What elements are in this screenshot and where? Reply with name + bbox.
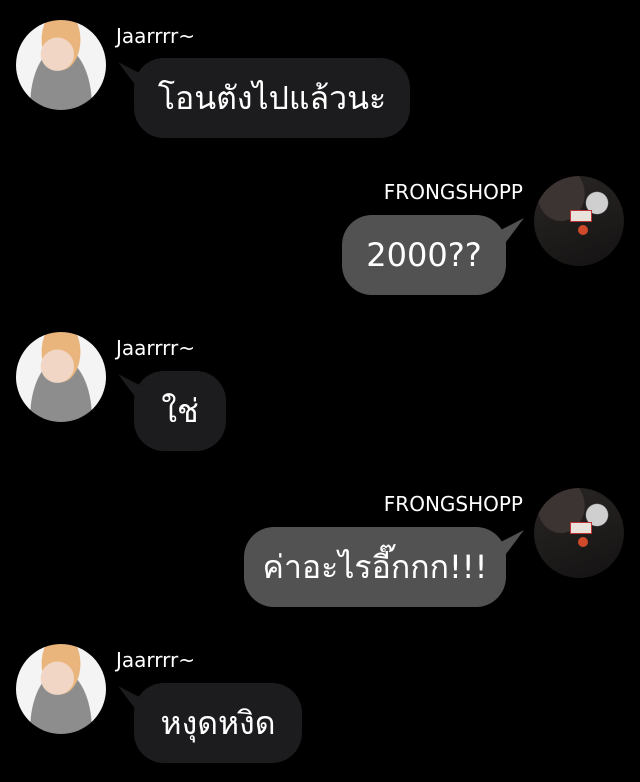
avatar[interactable] bbox=[534, 488, 624, 578]
avatar[interactable] bbox=[16, 644, 106, 734]
message-bubble[interactable]: ค่าอะไรอี๊กกก!!! bbox=[244, 527, 506, 607]
shirt-logo-icon bbox=[578, 225, 588, 235]
shirt-patch-icon bbox=[570, 210, 592, 222]
message-bubble[interactable]: หงุดหงิด bbox=[134, 683, 302, 763]
sender-name: Jaarrrr~ bbox=[116, 336, 196, 360]
chat-thread: Jaarrrr~ โอนตังไปแล้วนะ FRONGSHOPP 2000?… bbox=[0, 0, 640, 782]
avatar[interactable] bbox=[16, 20, 106, 110]
sender-name: Jaarrrr~ bbox=[116, 648, 196, 672]
shirt-logo-icon bbox=[578, 537, 588, 547]
sender-name: FRONGSHOPP bbox=[383, 492, 523, 516]
sender-name: FRONGSHOPP bbox=[383, 180, 523, 204]
avatar[interactable] bbox=[16, 332, 106, 422]
message-bubble[interactable]: 2000?? bbox=[342, 215, 506, 295]
avatar[interactable] bbox=[534, 176, 624, 266]
sender-name: Jaarrrr~ bbox=[116, 24, 196, 48]
message-bubble[interactable]: ใช่ bbox=[134, 371, 226, 451]
message-bubble[interactable]: โอนตังไปแล้วนะ bbox=[134, 58, 410, 138]
shirt-patch-icon bbox=[570, 522, 592, 534]
